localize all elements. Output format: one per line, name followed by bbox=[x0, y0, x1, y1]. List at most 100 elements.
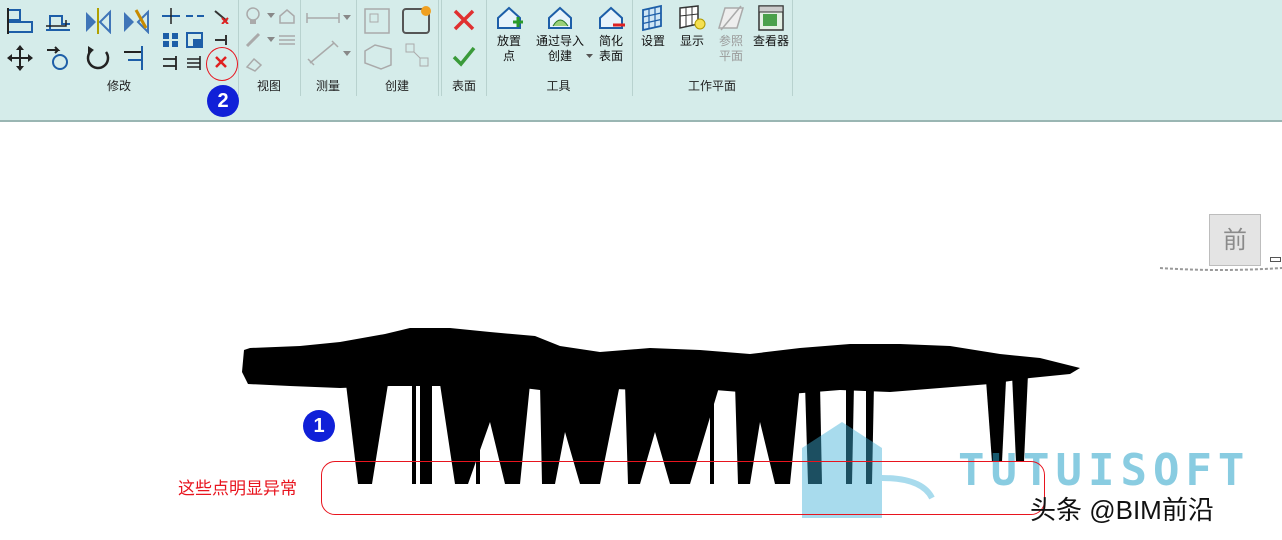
chevron-down-icon bbox=[267, 13, 275, 18]
simplify-surface-icon bbox=[599, 6, 625, 29]
trim-single-button[interactable] bbox=[160, 54, 182, 72]
view-3d-button[interactable] bbox=[276, 6, 298, 26]
rotate-tool-button[interactable] bbox=[82, 42, 114, 74]
component-icon bbox=[402, 6, 431, 34]
show-workplane-label: 显示 bbox=[679, 34, 704, 48]
similar-button[interactable] bbox=[402, 40, 434, 72]
hide-lines-button[interactable] bbox=[276, 30, 298, 50]
linework-button[interactable] bbox=[242, 30, 266, 50]
offset-icon bbox=[46, 15, 70, 31]
place-point-label-1: 放置 bbox=[496, 34, 521, 48]
mirror-pick-icon bbox=[86, 8, 111, 34]
measure-dropdown[interactable] bbox=[342, 10, 352, 26]
create-component-button[interactable] bbox=[400, 4, 434, 36]
workplane-viewer-button[interactable]: 查看器 bbox=[750, 4, 792, 49]
array-icon bbox=[163, 33, 178, 47]
aligned-dimension-button[interactable] bbox=[304, 38, 342, 68]
annotation-highlight-frame bbox=[321, 461, 1045, 515]
panel-tools: 放置 点 通过导入 创建 简化 表面 工具 bbox=[485, 0, 633, 96]
brush-icon bbox=[245, 32, 261, 48]
reference-plane-button[interactable]: 参照 平面 bbox=[710, 4, 752, 64]
place-point-button[interactable]: 放置 点 bbox=[485, 4, 533, 64]
cancel-edit-button[interactable] bbox=[450, 6, 478, 34]
group-icon bbox=[364, 8, 390, 34]
panel-label-view: 视图 bbox=[256, 79, 281, 93]
simplify-surface-label-2: 表面 bbox=[598, 49, 623, 63]
panel-label-measure: 测量 bbox=[315, 79, 340, 93]
aligned-dimension-icon bbox=[307, 40, 339, 66]
chevron-down-icon bbox=[343, 51, 351, 56]
panel-label-tools: 工具 bbox=[546, 79, 571, 93]
array-button[interactable] bbox=[160, 30, 182, 50]
copy-tool-button[interactable] bbox=[42, 42, 74, 74]
ribbon-options-bar bbox=[0, 96, 1282, 122]
split-icon bbox=[162, 8, 180, 24]
create-from-import-label-1: 通过导入 bbox=[535, 34, 584, 48]
place-point-label-2: 点 bbox=[502, 49, 515, 63]
panel-label-modify: 修改 bbox=[106, 79, 131, 93]
mirror-draw-icon bbox=[124, 9, 149, 34]
align-tool-button[interactable] bbox=[4, 6, 36, 36]
panel-create: 创建 bbox=[356, 0, 439, 96]
set-workplane-label: 设置 bbox=[640, 34, 665, 48]
split-with-gap-button[interactable] bbox=[184, 6, 206, 26]
annotation-badge-2: 2 bbox=[207, 85, 239, 117]
annotation-note: 这些点明显异常 bbox=[178, 479, 297, 498]
reference-plane-label-1: 参照 bbox=[718, 34, 743, 48]
move-tool-button[interactable] bbox=[4, 42, 36, 74]
mirror-draw-axis-button[interactable] bbox=[120, 6, 152, 36]
create-from-import-button[interactable]: 通过导入 创建 bbox=[533, 4, 587, 64]
measure-between-button[interactable] bbox=[304, 8, 342, 28]
trim-extend-button[interactable] bbox=[120, 42, 152, 74]
trim-extend-icon bbox=[124, 46, 143, 70]
split-element-button[interactable] bbox=[160, 6, 182, 26]
reference-plane-icon bbox=[717, 5, 745, 31]
panel-view: 视图 bbox=[238, 0, 301, 96]
create-from-import-label-2: 创建 bbox=[547, 49, 572, 63]
scale-icon bbox=[186, 32, 203, 48]
offset-tool-button[interactable] bbox=[42, 6, 74, 36]
split-gap-icon bbox=[186, 15, 204, 17]
panel-label-surface: 表面 bbox=[451, 79, 476, 93]
scale-button[interactable] bbox=[184, 30, 206, 50]
house-3d-icon bbox=[279, 9, 295, 24]
dimension-dropdown[interactable] bbox=[342, 46, 352, 62]
simplify-surface-button[interactable]: 简化 表面 bbox=[587, 4, 635, 64]
rotate-icon bbox=[86, 46, 110, 70]
move-icon bbox=[7, 45, 33, 71]
view-dropdown-1[interactable] bbox=[266, 8, 276, 24]
annotation-badge-1: 1 bbox=[303, 410, 335, 442]
parts-icon bbox=[364, 44, 392, 70]
lines-icon bbox=[279, 35, 295, 45]
simplify-surface-label-1: 简化 bbox=[598, 34, 623, 48]
show-workplane-button[interactable]: 显示 bbox=[672, 4, 712, 49]
pin-icon bbox=[215, 35, 227, 45]
mirror-pick-axis-button[interactable] bbox=[82, 6, 114, 36]
cut-profile-button[interactable] bbox=[242, 54, 266, 74]
viewer-icon bbox=[758, 5, 784, 31]
panel-measure: 测量 bbox=[300, 0, 357, 96]
align-icon bbox=[7, 8, 33, 34]
place-point-icon bbox=[497, 6, 523, 29]
finish-edit-button[interactable] bbox=[450, 42, 478, 70]
panel-label-workplane: 工作平面 bbox=[687, 79, 736, 93]
lightbulb-icon bbox=[246, 7, 260, 24]
view-dropdown-2[interactable] bbox=[266, 32, 276, 48]
eraser-icon bbox=[245, 57, 263, 72]
trim-multiple-button[interactable] bbox=[184, 54, 206, 72]
ribbon: 修改 视图 测量 创建 表面 放置 点 通过导入 创建 简化 表面 工具 设置 … bbox=[0, 0, 1282, 96]
panel-modify: 修改 bbox=[0, 0, 239, 96]
trim-multiple-icon bbox=[187, 56, 201, 70]
unpin-button[interactable] bbox=[210, 6, 232, 26]
create-parts-button[interactable] bbox=[360, 40, 396, 72]
create-group-button[interactable] bbox=[362, 6, 392, 36]
hide-isolate-button[interactable] bbox=[242, 6, 266, 26]
panel-label-create: 创建 bbox=[384, 79, 409, 93]
trim-single-icon bbox=[163, 56, 177, 70]
unpin-icon bbox=[214, 10, 229, 24]
viewcube-front-face[interactable]: 前 bbox=[1209, 214, 1261, 266]
chevron-down-icon bbox=[267, 37, 275, 42]
import-surface-icon bbox=[548, 6, 572, 29]
view-control-marker[interactable] bbox=[1270, 257, 1281, 262]
set-workplane-button[interactable]: 设置 bbox=[632, 4, 674, 49]
